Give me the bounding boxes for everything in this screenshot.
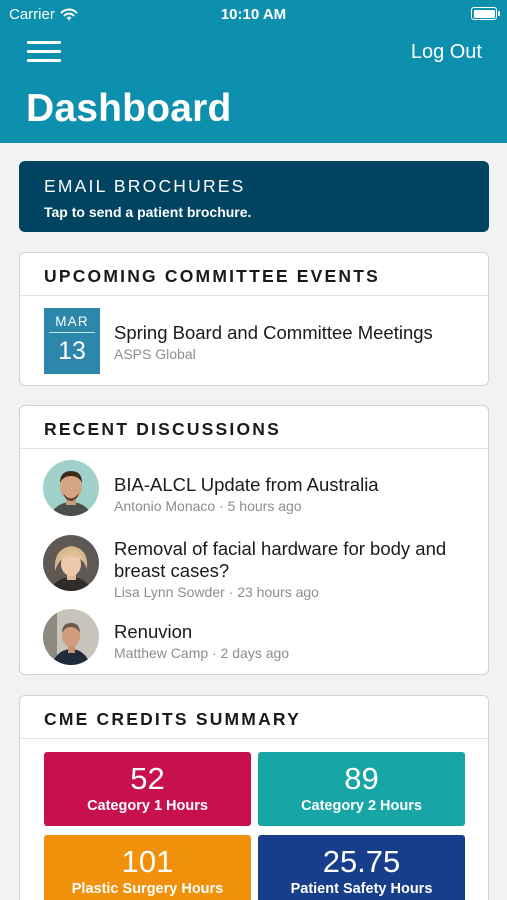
- recent-discussions-card: RECENT DISCUSSIONS BIA-ALCL Update from …: [19, 405, 489, 675]
- upcoming-events-title: UPCOMING COMMITTEE EVENTS: [44, 266, 380, 286]
- cme-tile-label: Category 2 Hours: [301, 798, 422, 814]
- event-title: Spring Board and Committee Meetings: [114, 322, 433, 343]
- cme-tile-category-2[interactable]: 89 Category 2 Hours: [258, 752, 465, 826]
- recent-discussions-title: RECENT DISCUSSIONS: [44, 419, 281, 439]
- cme-tile-value: 25.75: [322, 844, 401, 879]
- calendar-date-badge: MAR 13: [44, 308, 100, 374]
- avatar: [43, 460, 99, 516]
- upcoming-events-card: UPCOMING COMMITTEE EVENTS MAR 13 Spring …: [19, 252, 489, 386]
- cme-tile-label: Plastic Surgery Hours: [71, 881, 224, 897]
- discussion-title: Renuvion: [114, 621, 193, 642]
- discussion-meta: Matthew Camp · 2 days ago: [114, 645, 290, 661]
- divider: [20, 738, 488, 739]
- discussion-title: BIA-ALCL Update from Australia: [114, 474, 379, 495]
- cme-credits-card: CME CREDITS SUMMARY 52 Category 1 Hours …: [19, 695, 489, 900]
- event-day: 13: [58, 337, 86, 365]
- cme-tile-label: Patient Safety Hours: [290, 881, 433, 897]
- cme-tile-label: Category 1 Hours: [87, 798, 208, 814]
- cme-tile-category-1[interactable]: 52 Category 1 Hours: [44, 752, 251, 826]
- discussion-meta: Lisa Lynn Sowder · 23 hours ago: [114, 584, 319, 600]
- cme-tile-value: 52: [130, 761, 165, 796]
- avatar: [43, 609, 99, 665]
- cme-tile-plastic-surgery[interactable]: 101 Plastic Surgery Hours: [44, 835, 251, 900]
- cme-tile-patient-safety[interactable]: 25.75 Patient Safety Hours: [258, 835, 465, 900]
- cme-tile-value: 101: [121, 844, 174, 879]
- email-brochures-subtitle: Tap to send a patient brochure.: [44, 204, 252, 220]
- avatar: [43, 535, 99, 591]
- cme-tile-value: 89: [344, 761, 379, 796]
- event-item[interactable]: MAR 13 Spring Board and Committee Meetin…: [20, 296, 488, 384]
- discussion-item[interactable]: Removal of facial hardware for body and …: [20, 525, 488, 601]
- discussion-item[interactable]: BIA-ALCL Update from Australia Antonio M…: [20, 449, 488, 525]
- email-brochures-title: EMAIL BROCHURES: [44, 176, 246, 196]
- event-month: MAR: [55, 314, 89, 329]
- app-header: Carrier 10:10 AM Log Out Dashboard: [0, 0, 507, 143]
- discussion-meta: Antonio Monaco · 5 hours ago: [114, 498, 302, 514]
- status-time: 10:10 AM: [220, 6, 287, 23]
- discussion-item[interactable]: Renuvion Matthew Camp · 2 days ago: [20, 601, 488, 671]
- hamburger-menu-icon[interactable]: [27, 40, 61, 64]
- event-organizer: ASPS Global: [114, 346, 196, 362]
- battery-icon: [471, 7, 500, 20]
- discussion-title: Removal of facial hardware for body and …: [114, 538, 447, 581]
- logout-button[interactable]: Log Out: [411, 41, 482, 64]
- status-bar: Carrier 10:10 AM: [0, 0, 507, 28]
- page-title: Dashboard: [26, 87, 232, 130]
- email-brochures-card[interactable]: EMAIL BROCHURES Tap to send a patient br…: [19, 161, 489, 232]
- cme-credits-title: CME CREDITS SUMMARY: [44, 709, 301, 729]
